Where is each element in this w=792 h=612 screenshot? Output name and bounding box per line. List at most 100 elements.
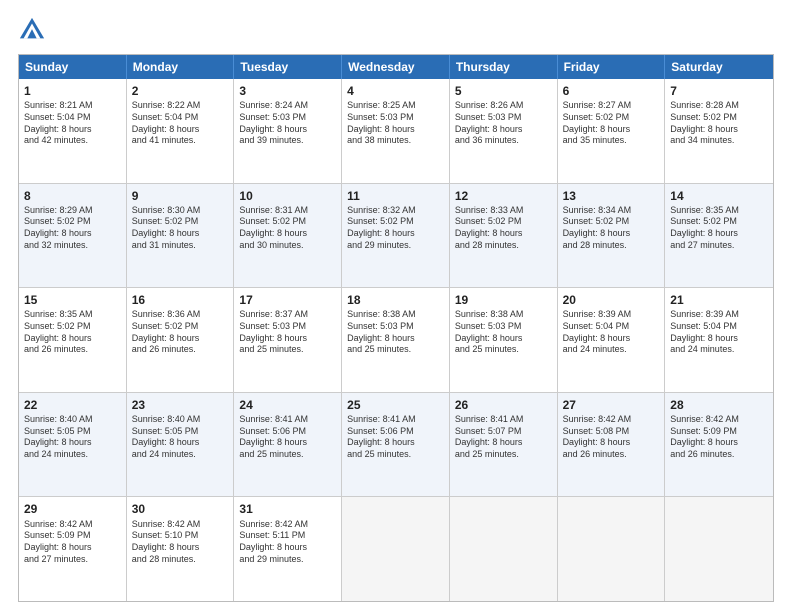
calendar-cell: 21Sunrise: 8:39 AMSunset: 5:04 PMDayligh… bbox=[665, 288, 773, 392]
calendar-cell: 29Sunrise: 8:42 AMSunset: 5:09 PMDayligh… bbox=[19, 497, 127, 601]
calendar-cell: 31Sunrise: 8:42 AMSunset: 5:11 PMDayligh… bbox=[234, 497, 342, 601]
header-day-monday: Monday bbox=[127, 55, 235, 79]
cell-info: and 27 minutes. bbox=[24, 554, 121, 566]
day-number: 26 bbox=[455, 397, 552, 413]
cell-info: Daylight: 8 hours bbox=[24, 333, 121, 345]
cell-info: Sunset: 5:03 PM bbox=[239, 112, 336, 124]
cell-info: and 24 minutes. bbox=[563, 344, 660, 356]
cell-info: Sunrise: 8:25 AM bbox=[347, 100, 444, 112]
calendar-cell: 17Sunrise: 8:37 AMSunset: 5:03 PMDayligh… bbox=[234, 288, 342, 392]
cell-info: Sunrise: 8:27 AM bbox=[563, 100, 660, 112]
calendar-week-5: 29Sunrise: 8:42 AMSunset: 5:09 PMDayligh… bbox=[19, 497, 773, 601]
cell-info: and 24 minutes. bbox=[24, 449, 121, 461]
cell-info: Daylight: 8 hours bbox=[132, 124, 229, 136]
header-day-sunday: Sunday bbox=[19, 55, 127, 79]
cell-info: Sunrise: 8:37 AM bbox=[239, 309, 336, 321]
calendar-cell: 15Sunrise: 8:35 AMSunset: 5:02 PMDayligh… bbox=[19, 288, 127, 392]
cell-info: Sunrise: 8:42 AM bbox=[24, 519, 121, 531]
cell-info: Sunrise: 8:42 AM bbox=[563, 414, 660, 426]
calendar-cell: 18Sunrise: 8:38 AMSunset: 5:03 PMDayligh… bbox=[342, 288, 450, 392]
cell-info: Daylight: 8 hours bbox=[455, 228, 552, 240]
calendar-cell: 26Sunrise: 8:41 AMSunset: 5:07 PMDayligh… bbox=[450, 393, 558, 497]
day-number: 7 bbox=[670, 83, 768, 99]
cell-info: Sunset: 5:07 PM bbox=[455, 426, 552, 438]
cell-info: Sunset: 5:10 PM bbox=[132, 530, 229, 542]
cell-info: and 25 minutes. bbox=[455, 344, 552, 356]
day-number: 12 bbox=[455, 188, 552, 204]
cell-info: and 26 minutes. bbox=[563, 449, 660, 461]
cell-info: Sunrise: 8:42 AM bbox=[239, 519, 336, 531]
cell-info: Sunrise: 8:39 AM bbox=[563, 309, 660, 321]
calendar-cell: 23Sunrise: 8:40 AMSunset: 5:05 PMDayligh… bbox=[127, 393, 235, 497]
calendar-cell: 14Sunrise: 8:35 AMSunset: 5:02 PMDayligh… bbox=[665, 184, 773, 288]
cell-info: Sunrise: 8:40 AM bbox=[132, 414, 229, 426]
cell-info: and 38 minutes. bbox=[347, 135, 444, 147]
cell-info: and 26 minutes. bbox=[24, 344, 121, 356]
day-number: 25 bbox=[347, 397, 444, 413]
cell-info: Sunrise: 8:41 AM bbox=[455, 414, 552, 426]
calendar-cell bbox=[665, 497, 773, 601]
cell-info: Sunrise: 8:38 AM bbox=[347, 309, 444, 321]
cell-info: Daylight: 8 hours bbox=[24, 437, 121, 449]
day-number: 24 bbox=[239, 397, 336, 413]
day-number: 11 bbox=[347, 188, 444, 204]
calendar-cell: 4Sunrise: 8:25 AMSunset: 5:03 PMDaylight… bbox=[342, 79, 450, 183]
cell-info: Daylight: 8 hours bbox=[455, 124, 552, 136]
cell-info: and 31 minutes. bbox=[132, 240, 229, 252]
day-number: 1 bbox=[24, 83, 121, 99]
calendar-cell: 20Sunrise: 8:39 AMSunset: 5:04 PMDayligh… bbox=[558, 288, 666, 392]
cell-info: Daylight: 8 hours bbox=[132, 333, 229, 345]
cell-info: Sunrise: 8:21 AM bbox=[24, 100, 121, 112]
cell-info: Sunset: 5:05 PM bbox=[24, 426, 121, 438]
cell-info: Sunrise: 8:35 AM bbox=[24, 309, 121, 321]
cell-info: Sunrise: 8:30 AM bbox=[132, 205, 229, 217]
day-number: 14 bbox=[670, 188, 768, 204]
cell-info: Daylight: 8 hours bbox=[239, 437, 336, 449]
cell-info: and 29 minutes. bbox=[239, 554, 336, 566]
cell-info: and 26 minutes. bbox=[670, 449, 768, 461]
cell-info: Daylight: 8 hours bbox=[132, 437, 229, 449]
calendar-cell: 28Sunrise: 8:42 AMSunset: 5:09 PMDayligh… bbox=[665, 393, 773, 497]
cell-info: Daylight: 8 hours bbox=[239, 228, 336, 240]
calendar-week-1: 1Sunrise: 8:21 AMSunset: 5:04 PMDaylight… bbox=[19, 79, 773, 184]
calendar-cell: 7Sunrise: 8:28 AMSunset: 5:02 PMDaylight… bbox=[665, 79, 773, 183]
calendar-cell: 16Sunrise: 8:36 AMSunset: 5:02 PMDayligh… bbox=[127, 288, 235, 392]
cell-info: Daylight: 8 hours bbox=[670, 228, 768, 240]
cell-info: Sunset: 5:02 PM bbox=[670, 112, 768, 124]
cell-info: Sunrise: 8:38 AM bbox=[455, 309, 552, 321]
calendar-cell: 12Sunrise: 8:33 AMSunset: 5:02 PMDayligh… bbox=[450, 184, 558, 288]
cell-info: Daylight: 8 hours bbox=[239, 124, 336, 136]
cell-info: Sunrise: 8:28 AM bbox=[670, 100, 768, 112]
day-number: 21 bbox=[670, 292, 768, 308]
cell-info: Sunset: 5:02 PM bbox=[132, 216, 229, 228]
cell-info: and 24 minutes. bbox=[670, 344, 768, 356]
cell-info: Sunset: 5:02 PM bbox=[239, 216, 336, 228]
cell-info: Sunset: 5:04 PM bbox=[563, 321, 660, 333]
cell-info: and 29 minutes. bbox=[347, 240, 444, 252]
calendar-cell: 25Sunrise: 8:41 AMSunset: 5:06 PMDayligh… bbox=[342, 393, 450, 497]
cell-info: Sunset: 5:05 PM bbox=[132, 426, 229, 438]
cell-info: Daylight: 8 hours bbox=[670, 124, 768, 136]
day-number: 30 bbox=[132, 501, 229, 517]
cell-info: Sunrise: 8:40 AM bbox=[24, 414, 121, 426]
cell-info: and 25 minutes. bbox=[347, 344, 444, 356]
cell-info: Sunrise: 8:26 AM bbox=[455, 100, 552, 112]
cell-info: Daylight: 8 hours bbox=[563, 333, 660, 345]
cell-info: Daylight: 8 hours bbox=[347, 333, 444, 345]
day-number: 10 bbox=[239, 188, 336, 204]
calendar-cell: 27Sunrise: 8:42 AMSunset: 5:08 PMDayligh… bbox=[558, 393, 666, 497]
cell-info: Sunrise: 8:35 AM bbox=[670, 205, 768, 217]
calendar-body: 1Sunrise: 8:21 AMSunset: 5:04 PMDaylight… bbox=[19, 79, 773, 601]
calendar-week-2: 8Sunrise: 8:29 AMSunset: 5:02 PMDaylight… bbox=[19, 184, 773, 289]
cell-info: Sunset: 5:02 PM bbox=[455, 216, 552, 228]
day-number: 5 bbox=[455, 83, 552, 99]
cell-info: Daylight: 8 hours bbox=[132, 228, 229, 240]
header-day-saturday: Saturday bbox=[665, 55, 773, 79]
calendar-cell: 9Sunrise: 8:30 AMSunset: 5:02 PMDaylight… bbox=[127, 184, 235, 288]
header bbox=[18, 16, 774, 44]
cell-info: and 25 minutes. bbox=[239, 449, 336, 461]
calendar-week-3: 15Sunrise: 8:35 AMSunset: 5:02 PMDayligh… bbox=[19, 288, 773, 393]
calendar-cell: 2Sunrise: 8:22 AMSunset: 5:04 PMDaylight… bbox=[127, 79, 235, 183]
cell-info: Sunset: 5:03 PM bbox=[239, 321, 336, 333]
calendar-cell: 30Sunrise: 8:42 AMSunset: 5:10 PMDayligh… bbox=[127, 497, 235, 601]
